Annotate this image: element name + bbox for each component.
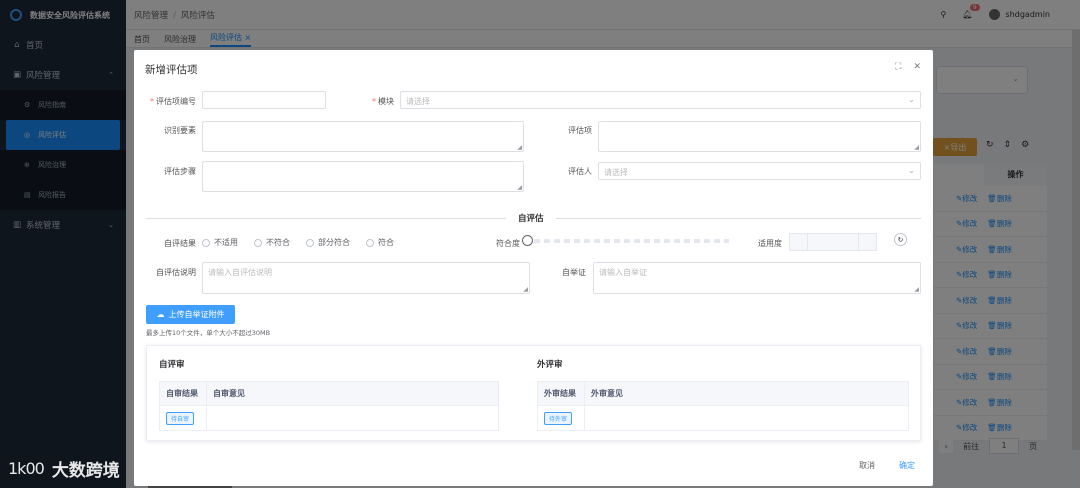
compliance-slider-track[interactable]	[524, 239, 729, 243]
watermark-text: 大数跨境	[51, 461, 120, 481]
pending-self-review-button[interactable]: 待自审	[166, 411, 195, 425]
confirm-button[interactable]: 确定	[891, 455, 923, 476]
ident-label: 识别要素	[164, 126, 196, 135]
increment-button[interactable]	[858, 234, 876, 250]
module-label: * 模块	[372, 97, 394, 106]
item-no-label: * 评估项编号	[150, 97, 196, 106]
column-header: 外审意见	[591, 389, 623, 398]
self-eval-section-title: 自评估	[506, 212, 556, 224]
upload-button[interactable]: ☁ 上传自举证附件	[146, 305, 235, 324]
fullscreen-icon[interactable]: ⛶	[895, 62, 901, 72]
ident-textarea[interactable]: ◢	[202, 121, 524, 152]
item-no-input[interactable]	[202, 91, 326, 109]
steps-label: 评估步骤	[164, 167, 196, 176]
steps-textarea[interactable]: ◢	[202, 161, 524, 192]
applicable-label: 适用度	[758, 239, 782, 248]
review-card: 自评审 自审结果 自审意见 待自审 外评审 外审结果 外审意见 待外审	[146, 345, 921, 441]
upload-tip: 最多上传10个文件，单个大小不超过30MB	[146, 329, 271, 337]
compliance-label: 符合度	[496, 239, 520, 248]
column-header: 自审结果	[160, 382, 207, 405]
add-assessment-dialog: 新增评估项 ⛶ ✕ * 评估项编号 * 模块 请选择 ⌄ 识别要素 ◢ 评估项 ◢ 评…	[134, 50, 933, 486]
cloud-upload-icon: ☁	[156, 310, 165, 319]
radio-partially-compliant[interactable]: 部分符合	[306, 237, 350, 248]
column-header: 自审意见	[213, 389, 245, 398]
eval-item-textarea[interactable]: ◢	[598, 121, 921, 152]
decrement-button[interactable]	[790, 234, 808, 250]
applicable-stepper[interactable]	[789, 233, 877, 251]
close-icon[interactable]: ✕	[913, 62, 921, 72]
ext-review-table: 外审结果 外审意见 待外审	[537, 381, 909, 431]
self-result-radio-group: 不适用 不符合 部分符合 符合	[202, 237, 394, 248]
chevron-down-icon: ⌄	[908, 95, 915, 104]
pending-ext-review-button[interactable]: 待外审	[544, 411, 573, 425]
self-result-label: 自评结果	[164, 239, 196, 248]
watermark-logo: 1k00	[8, 459, 45, 478]
radio-non-compliant[interactable]: 不符合	[254, 237, 290, 248]
reset-icon[interactable]: ↻	[894, 233, 907, 246]
radio-not-applicable[interactable]: 不适用	[202, 237, 238, 248]
column-header: 外审结果	[538, 382, 585, 405]
watermark: 1k00 大数跨境	[8, 456, 120, 481]
self-review-title: 自评审	[159, 360, 185, 370]
module-select[interactable]: 请选择 ⌄	[400, 91, 921, 109]
ext-review-title: 外评审	[537, 360, 563, 370]
dialog-title: 新增评估项	[145, 64, 198, 76]
self-desc-label: 自评估说明	[156, 268, 196, 277]
radio-compliant[interactable]: 符合	[366, 237, 394, 248]
self-review-table: 自审结果 自审意见 待自审	[159, 381, 499, 431]
compliance-slider-handle[interactable]	[522, 235, 533, 246]
chevron-down-icon: ⌄	[908, 166, 915, 175]
assessor-label: 评估人	[568, 167, 592, 176]
assessor-select[interactable]: 请选择 ⌄	[598, 162, 921, 180]
self-desc-textarea[interactable]: 请输入自评估说明 ◢	[202, 262, 530, 294]
self-proof-textarea[interactable]: 请输入自举证 ◢	[593, 262, 921, 294]
self-proof-label: 自举证	[562, 268, 586, 277]
eval-item-label: 评估项	[568, 126, 592, 135]
cancel-button[interactable]: 取消	[851, 455, 883, 476]
